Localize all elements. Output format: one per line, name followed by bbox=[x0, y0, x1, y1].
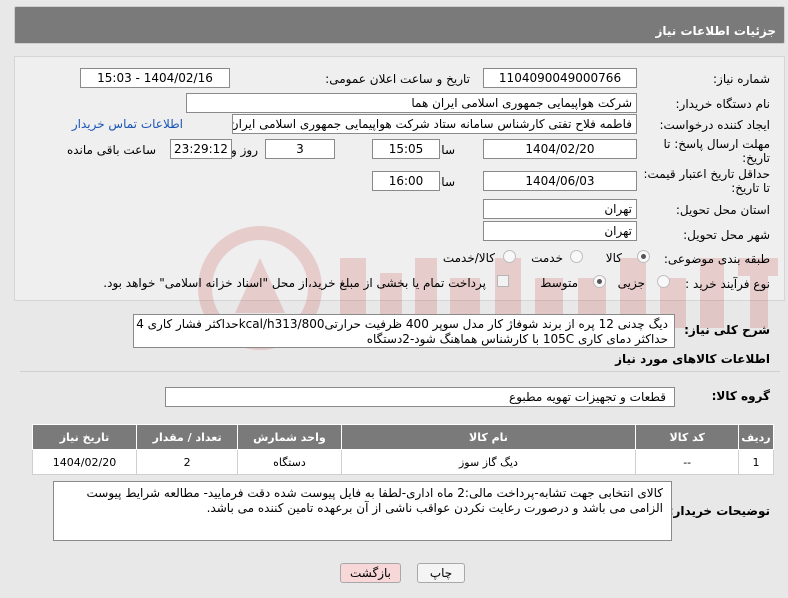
purchase-type-radio-medium[interactable] bbox=[593, 275, 606, 288]
buyer-notes-textarea[interactable]: کالای انتخابی جهت تشابه-پرداخت مالی:2 ما… bbox=[53, 481, 672, 541]
delivery-city-label: شهر محل تحویل: bbox=[683, 228, 770, 242]
purchase-type-option-minor: جزیی bbox=[617, 276, 645, 290]
cell-code: -- bbox=[635, 449, 740, 475]
description-label: شرح کلی نیاز: bbox=[684, 323, 770, 337]
category-radio-goods[interactable] bbox=[637, 250, 650, 263]
announce-datetime-field: 1404/02/16 - 15:03 bbox=[80, 68, 230, 88]
category-option-service: خدمت bbox=[531, 251, 563, 265]
reply-deadline-date: 1404/02/20 bbox=[483, 139, 637, 159]
treasury-payment-checkbox[interactable] bbox=[497, 275, 509, 287]
buyer-org-field: شرکت هواپیمایی جمهوری اسلامی ایران هما bbox=[186, 93, 637, 113]
description-textarea[interactable]: دیگ چدنی 12 پره از برند شوفاژ کار مدل سو… bbox=[133, 314, 675, 348]
remaining-time-label: ساعت باقی مانده bbox=[66, 143, 156, 157]
page-title: جزئیات اطلاعات نیاز bbox=[655, 24, 776, 38]
category-radio-goods-service[interactable] bbox=[503, 250, 516, 263]
price-validity-label: حداقل تاریخ اعتبار قیمت: تا تاریخ: bbox=[643, 167, 770, 195]
back-button[interactable]: بازگشت bbox=[340, 563, 401, 583]
reply-deadline-time: 15:05 bbox=[372, 139, 440, 159]
reply-deadline-label: مهلت ارسال پاسخ: تا تاریخ: bbox=[663, 137, 770, 165]
cell-name: دیگ گاز سوز bbox=[340, 449, 637, 475]
delivery-city-field: تهران bbox=[483, 221, 637, 241]
days-label: روز و bbox=[231, 143, 258, 157]
need-number-field: 1104090049000766 bbox=[483, 68, 637, 88]
reply-deadline-days: 3 bbox=[265, 139, 335, 159]
goods-group-label: گروه کالا: bbox=[711, 389, 770, 403]
column-header-quantity: تعداد / مقدار bbox=[136, 424, 239, 450]
price-validity-date: 1404/06/03 bbox=[483, 171, 637, 191]
buyer-contact-link[interactable]: اطلاعات تماس خریدار bbox=[72, 117, 183, 131]
cell-unit: دستگاه bbox=[237, 449, 342, 475]
column-header-row: ردیف bbox=[738, 424, 774, 450]
delivery-province-field: تهران bbox=[483, 199, 637, 219]
description-line-2: حداکثر دمای کاری 105C با کارشناس هماهنگ … bbox=[366, 332, 668, 346]
goods-info-title: اطلاعات کالاهای مورد نیاز bbox=[615, 352, 770, 366]
page-header: جزئیات اطلاعات نیاز bbox=[14, 6, 785, 44]
category-option-goods-service: کالا/خدمت bbox=[442, 251, 495, 265]
treasury-payment-note: پرداخت تمام یا بخشی از مبلغ خرید،از محل … bbox=[103, 276, 486, 290]
category-label: طبقه بندی موضوعی: bbox=[663, 252, 770, 266]
divider bbox=[20, 371, 780, 372]
purchase-type-label: نوع فرآیند خرید : bbox=[685, 277, 770, 291]
buyer-org-label: نام دستگاه خریدار: bbox=[675, 97, 771, 111]
cell-date: 1404/02/20 bbox=[31, 449, 138, 475]
column-header-unit: واحد شمارش bbox=[237, 424, 342, 450]
category-option-goods: کالا bbox=[605, 251, 622, 265]
buyer-notes-label: توضیحات خریدار: bbox=[668, 504, 770, 518]
table-row[interactable]: 1 -- دیگ گاز سوز دستگاه 2 1404/02/20 bbox=[31, 449, 774, 475]
items-table: ردیف کد کالا نام کالا واحد شمارش تعداد /… bbox=[31, 424, 774, 475]
purchase-type-option-medium: متوسط bbox=[540, 276, 578, 290]
remaining-time-field: 23:29:12 bbox=[170, 139, 232, 159]
column-header-code: کد کالا bbox=[635, 424, 740, 450]
requester-field: فاطمه فلاح تفتی کارشناس سامانه ستاد شرکت… bbox=[232, 114, 637, 134]
delivery-province-label: استان محل تحویل: bbox=[675, 203, 770, 217]
column-header-name: نام کالا bbox=[340, 424, 637, 450]
requester-label: ایجاد کننده درخواست: bbox=[659, 118, 770, 132]
cell-quantity: 2 bbox=[136, 449, 239, 475]
cell-row-number: 1 bbox=[738, 449, 774, 475]
need-number-label: شماره نیاز: bbox=[713, 72, 770, 86]
column-header-date: تاریخ نیاز bbox=[31, 424, 138, 450]
category-radio-service[interactable] bbox=[570, 250, 583, 263]
price-validity-time: 16:00 bbox=[372, 171, 440, 191]
print-button[interactable]: چاپ bbox=[417, 563, 465, 583]
table-header-row: ردیف کد کالا نام کالا واحد شمارش تعداد /… bbox=[31, 424, 774, 450]
purchase-type-radio-minor[interactable] bbox=[657, 275, 670, 288]
goods-group-field: قطعات و تجهیزات تهویه مطبوع bbox=[165, 387, 675, 407]
announce-datetime-label: تاریخ و ساعت اعلان عمومی: bbox=[325, 72, 470, 86]
description-line-1: دیگ چدنی 12 پره از برند شوفاژ کار مدل سو… bbox=[134, 317, 668, 331]
